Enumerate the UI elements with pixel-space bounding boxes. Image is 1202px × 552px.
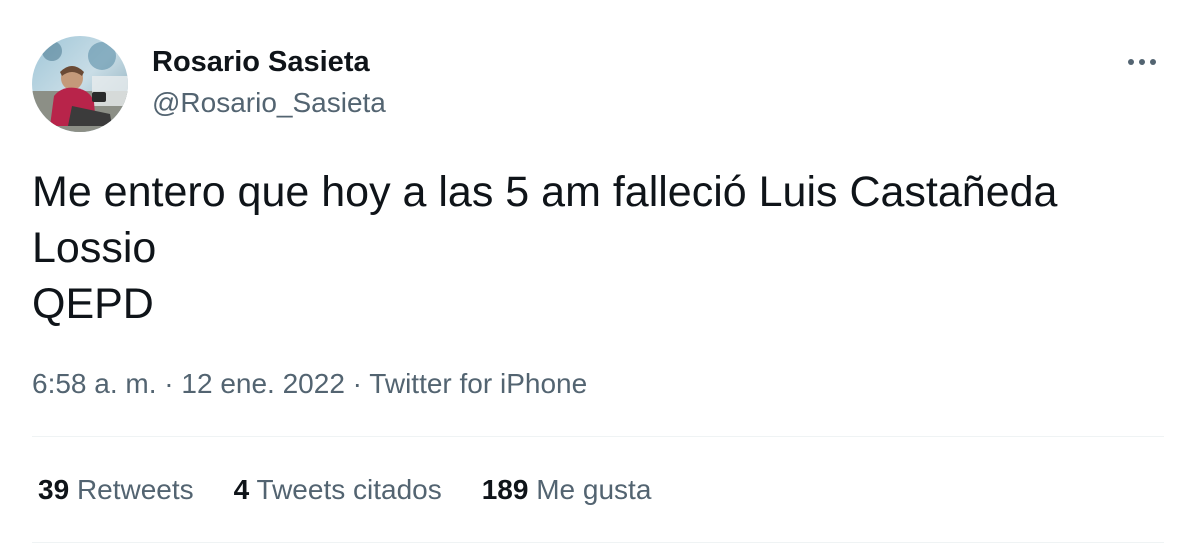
meta-separator: · xyxy=(344,368,370,399)
tweet-line: Me entero que hoy a las 5 am falleció Lu… xyxy=(32,168,1058,216)
retweets-count: 39 xyxy=(38,474,70,505)
more-options-button[interactable] xyxy=(1120,44,1164,80)
quote-tweets-count: 4 xyxy=(233,474,250,505)
retweets-label: Retweets xyxy=(76,474,194,505)
likes-stat[interactable]: 189 Me gusta xyxy=(482,472,652,508)
meta-separator: · xyxy=(156,368,182,399)
avatar-photo xyxy=(32,36,128,132)
divider xyxy=(32,436,1164,437)
more-horizontal-icon xyxy=(1126,59,1159,65)
tweet-line: QEPD xyxy=(32,280,154,328)
avatar[interactable] xyxy=(32,36,128,132)
likes-label: Me gusta xyxy=(536,474,652,505)
author-handle[interactable]: @Rosario_Sasieta xyxy=(152,86,386,120)
quote-tweets-stat[interactable]: 4 Tweets citados xyxy=(234,472,442,508)
tweet-meta: 6:58 a. m. · 12 ene. 2022 · Twitter for … xyxy=(32,366,587,402)
tweet-card: Rosario Sasieta @Rosario_Sasieta Me ente… xyxy=(0,0,1202,552)
tweet-text: Me entero que hoy a las 5 am falleció Lu… xyxy=(32,164,1162,332)
tweet-date[interactable]: 12 ene. 2022 xyxy=(181,368,345,399)
likes-count: 189 xyxy=(481,474,529,505)
tweet-source[interactable]: Twitter for iPhone xyxy=(369,368,587,399)
divider xyxy=(32,542,1164,543)
author-name[interactable]: Rosario Sasieta xyxy=(152,44,370,80)
retweets-stat[interactable]: 39 Retweets xyxy=(38,472,194,508)
tweet-time[interactable]: 6:58 a. m. xyxy=(32,368,157,399)
quote-tweets-label: Tweets citados xyxy=(256,474,442,505)
tweet-line: Lossio xyxy=(32,224,157,272)
tweet-stats: 39 Retweets 4 Tweets citados 189 Me gust… xyxy=(38,472,691,508)
